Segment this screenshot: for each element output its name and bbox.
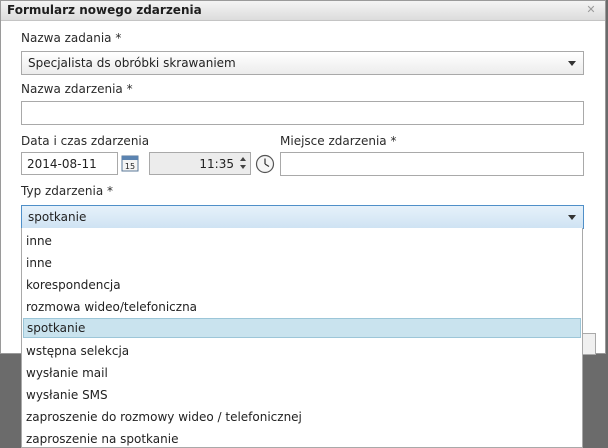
time-spinner[interactable] — [237, 154, 249, 173]
dropdown-option[interactable]: wysłanie mail — [23, 363, 581, 383]
calendar-day: 15 — [125, 162, 135, 171]
dropdown-option[interactable]: wysłanie SMS — [23, 385, 581, 405]
task-name-label: Nazwa zadania * — [21, 31, 122, 45]
datetime-label: Data i czas zdarzenia — [21, 134, 150, 148]
dropdown-option[interactable]: zaproszenie do rozmowy wideo / telefonic… — [23, 407, 581, 427]
clock-icon[interactable] — [255, 154, 275, 174]
date-field[interactable] — [21, 152, 118, 175]
dropdown-arrow-icon — [568, 61, 576, 66]
event-name-input[interactable] — [22, 102, 583, 124]
dropdown-option[interactable]: rozmowa wideo/telefoniczna — [23, 297, 581, 317]
event-name-label: Nazwa zdarzenia * — [21, 82, 133, 96]
time-field[interactable]: 11:35 — [149, 152, 251, 175]
time-value: 11:35 — [199, 157, 234, 171]
type-value: spotkanie — [28, 210, 87, 224]
event-name-field[interactable] — [21, 101, 584, 125]
spin-up-icon[interactable] — [237, 154, 249, 163]
place-label: Miejsce zdarzenia * — [280, 134, 397, 148]
task-name-select[interactable]: Specjalista ds obróbki skrawaniem — [21, 51, 584, 75]
dropdown-arrow-icon — [568, 215, 576, 220]
type-label: Typ zdarzenia * — [21, 184, 113, 198]
place-field[interactable] — [280, 152, 584, 176]
spin-down-icon[interactable] — [237, 163, 249, 172]
type-select[interactable]: spotkanie — [21, 205, 584, 229]
task-name-value: Specjalista ds obróbki skrawaniem — [28, 56, 236, 70]
dropdown-option[interactable]: inne — [23, 231, 581, 251]
dropdown-option[interactable]: inne — [23, 253, 581, 273]
type-dropdown-list[interactable]: inne inne korespondencja rozmowa wideo/t… — [21, 228, 583, 448]
dropdown-option[interactable]: zaproszenie na spotkanie — [23, 429, 581, 447]
date-input[interactable] — [22, 153, 117, 174]
partially-hidden-button[interactable] — [583, 333, 596, 355]
place-input[interactable] — [281, 153, 583, 175]
calendar-icon[interactable]: 15 — [121, 154, 139, 172]
close-icon[interactable]: ✕ — [585, 4, 597, 16]
dropdown-option[interactable]: korespondencja — [23, 275, 581, 295]
dialog-title: Formularz nowego zdarzenia — [7, 3, 202, 17]
dropdown-option-selected[interactable]: spotkanie — [23, 318, 581, 338]
dropdown-option[interactable]: wstępna selekcja — [23, 341, 581, 361]
dialog-titlebar[interactable]: Formularz nowego zdarzenia ✕ — [1, 1, 605, 21]
